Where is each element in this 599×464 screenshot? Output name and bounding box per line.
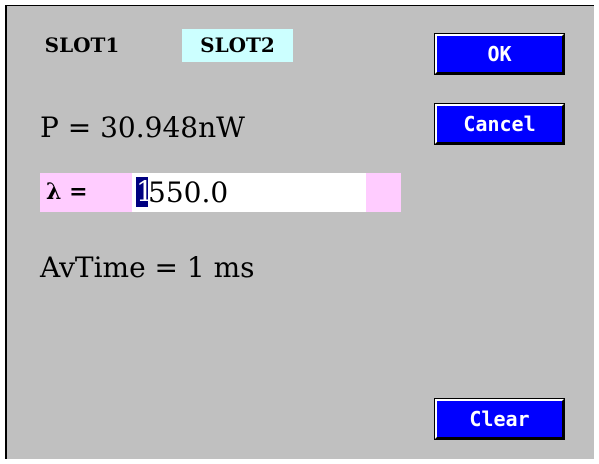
power-readout: P = 30.948nW [40,111,245,144]
avtime-readout: AvTime = 1 ms [40,251,255,284]
cursor-digit: 1 [136,175,154,208]
wavelength-label: λ = [46,179,88,205]
wavelength-input[interactable]: 1550.0 [132,173,366,212]
tab-slot2[interactable]: SLOT2 [182,29,293,62]
wavelength-value: 550.0 [148,176,229,209]
ok-button[interactable]: OK [434,33,565,75]
cancel-button[interactable]: Cancel [434,103,565,145]
tab-slot1[interactable]: SLOT1 [33,29,131,62]
wavelength-row: λ = 1550.0 [40,173,401,212]
instrument-panel: SLOT1 SLOT2 OK Cancel Clear P = 30.948nW… [5,5,594,459]
clear-button[interactable]: Clear [434,398,565,440]
